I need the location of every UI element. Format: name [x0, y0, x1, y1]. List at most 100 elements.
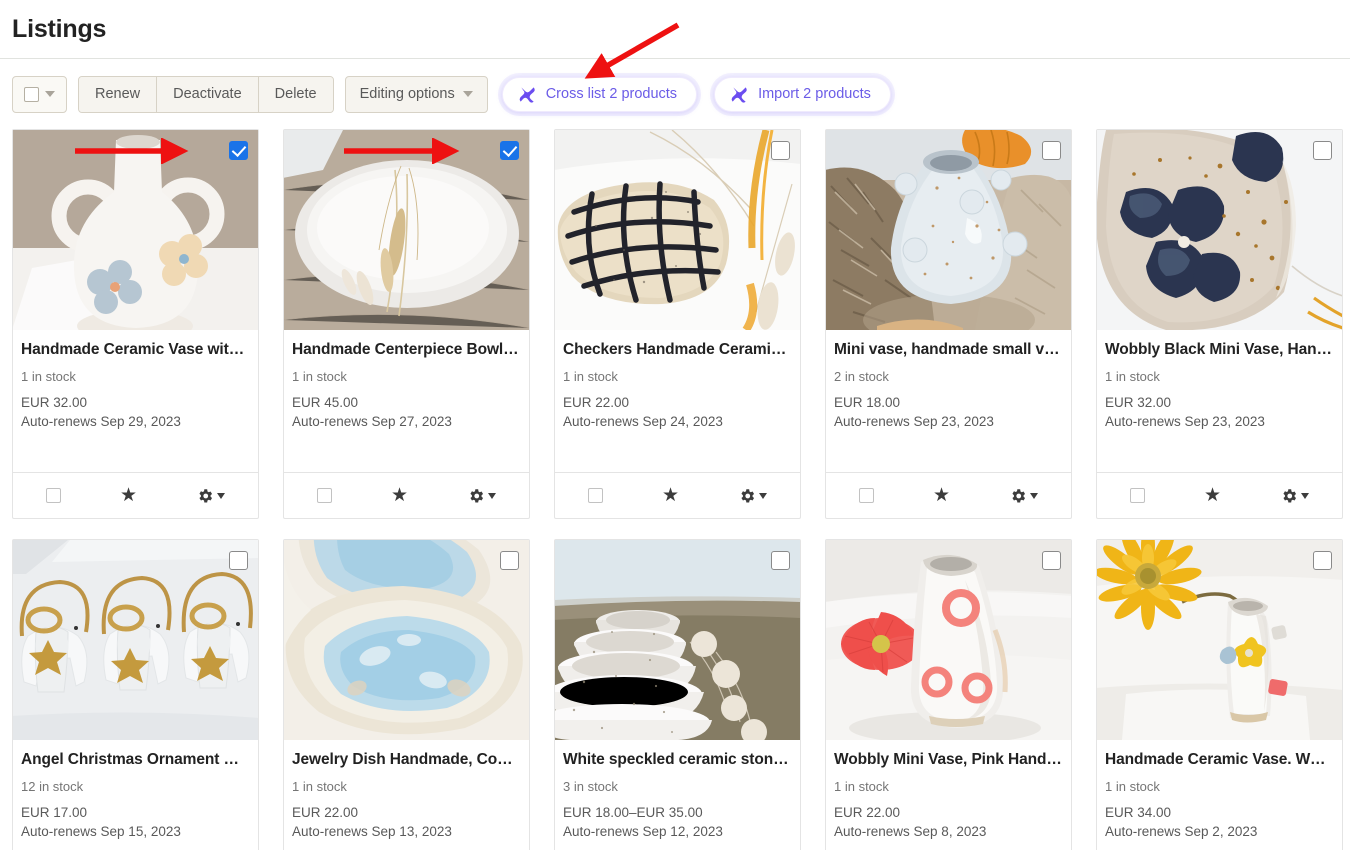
select-listing-checkbox[interactable] [588, 488, 604, 503]
listing-stock: 1 in stock [21, 369, 76, 384]
listing-select-checkbox[interactable] [1313, 141, 1332, 160]
cross-list-products-button[interactable]: Cross list 2 products [501, 76, 698, 112]
listing-details: Handmade Ceramic Vase with Ea... 1 in st… [13, 330, 258, 472]
listing-stock: 1 in stock [292, 369, 347, 384]
listing-options-menu[interactable] [1009, 487, 1038, 505]
listing-select-checkbox[interactable] [1313, 551, 1332, 570]
listing-title[interactable]: Angel Christmas Ornament with ... [21, 751, 250, 769]
listing-details: Jewelry Dish Handmade, Coastal ... 1 in … [284, 740, 529, 850]
product-image-centerpiece-bowl [284, 130, 529, 330]
star-icon[interactable]: ★ [662, 486, 679, 505]
listing-renewal: Auto-renews Sep 23, 2023 [834, 414, 994, 429]
deactivate-button[interactable]: Deactivate [157, 76, 259, 112]
listing-select-checkbox[interactable] [500, 141, 519, 160]
delete-button[interactable]: Delete [258, 76, 333, 112]
listing-card[interactable]: Checkers Handmade Ceramic So... 1 in sto… [554, 129, 801, 519]
listing-card[interactable]: White speckled ceramic stonewa... 3 in s… [554, 539, 801, 850]
select-listing-checkbox[interactable] [1130, 488, 1146, 503]
listing-details: Wobbly Black Mini Vase, Handpai... 1 in … [1097, 330, 1342, 472]
listing-select-checkbox[interactable] [1042, 141, 1061, 160]
select-all-checkbox[interactable] [24, 86, 39, 102]
star-icon[interactable]: ★ [933, 486, 950, 505]
page-title: Listings [12, 14, 107, 43]
listing-select-checkbox[interactable] [500, 551, 519, 570]
listing-title[interactable]: Wobbly Black Mini Vase, Handpai... [1105, 341, 1334, 359]
listing-card[interactable]: Wobbly Black Mini Vase, Handpai... 1 in … [1096, 129, 1343, 519]
listing-thumbnail[interactable] [555, 130, 800, 330]
product-image-wobbly-vase-pink [826, 540, 1071, 740]
listing-thumbnail[interactable] [13, 130, 258, 330]
listing-renewal: Auto-renews Sep 24, 2023 [563, 414, 723, 429]
listing-thumbnail[interactable] [826, 540, 1071, 740]
listing-select-checkbox[interactable] [771, 141, 790, 160]
listing-card[interactable]: Mini vase, handmade small vase ... 2 in … [825, 129, 1072, 519]
listing-thumbnail[interactable] [826, 130, 1071, 330]
cross-list-label: Cross list 2 products [545, 86, 678, 102]
listing-card[interactable]: Handmade Ceramic Vase with Ea... 1 in st… [12, 129, 259, 519]
listing-title[interactable]: Handmade Ceramic Vase with Ea... [21, 341, 250, 359]
listing-stock: 12 in stock [21, 779, 84, 794]
listing-title[interactable]: Wobbly Mini Vase, Pink Handmad... [834, 751, 1063, 769]
listing-title[interactable]: Handmade Ceramic Vase. Wobbl... [1105, 751, 1334, 769]
gear-icon [1283, 488, 1296, 502]
listing-title[interactable]: Jewelry Dish Handmade, Coastal ... [292, 751, 521, 769]
listing-price: EUR 32.00 [21, 395, 88, 410]
listing-card[interactable]: Angel Christmas Ornament with ... 12 in … [12, 539, 259, 850]
listing-stock: 1 in stock [834, 779, 889, 794]
listing-select-checkbox[interactable] [1042, 551, 1061, 570]
listing-card[interactable]: Handmade Ceramic Vase. Wobbl... 1 in sto… [1096, 539, 1343, 850]
listing-details: Checkers Handmade Ceramic So... 1 in sto… [555, 330, 800, 472]
editing-options-button[interactable]: Editing options [344, 75, 488, 113]
listing-title[interactable]: Handmade Centerpiece Bowl. Fa... [292, 341, 521, 359]
listing-card[interactable]: Handmade Centerpiece Bowl. Fa... 1 in st… [283, 129, 530, 519]
listing-thumbnail[interactable] [284, 130, 529, 330]
listing-stock: 2 in stock [834, 369, 889, 384]
listing-options-menu[interactable] [1280, 487, 1309, 505]
select-all-dropdown[interactable] [12, 75, 67, 113]
star-icon[interactable]: ★ [1204, 486, 1221, 505]
product-image-angel-ornaments [13, 540, 258, 740]
chevron-down-icon [1300, 492, 1309, 499]
product-image-jewelry-dish [284, 540, 529, 740]
listing-options-menu[interactable] [738, 487, 767, 505]
product-image-wobbly-black-vase [1097, 130, 1342, 330]
renew-button[interactable]: Renew [79, 76, 158, 112]
listing-select-checkbox[interactable] [229, 551, 248, 570]
listing-card[interactable]: Jewelry Dish Handmade, Coastal ... 1 in … [283, 539, 530, 850]
listing-stock: 1 in stock [292, 779, 347, 794]
listing-select-checkbox[interactable] [229, 141, 248, 160]
listing-card-footer: ★ [284, 472, 529, 518]
listing-title[interactable]: Mini vase, handmade small vase ... [834, 341, 1063, 359]
listing-select-checkbox[interactable] [771, 551, 790, 570]
select-listing-checkbox[interactable] [46, 488, 62, 503]
listing-card[interactable]: Wobbly Mini Vase, Pink Handmad... 1 in s… [825, 539, 1072, 850]
listing-renewal: Auto-renews Sep 23, 2023 [1105, 414, 1265, 429]
listing-card-footer: ★ [826, 472, 1071, 518]
listing-price: EUR 22.00 [563, 395, 630, 410]
listing-title[interactable]: White speckled ceramic stonewa... [563, 751, 792, 769]
listing-card-footer: ★ [1097, 472, 1342, 518]
star-icon[interactable]: ★ [120, 486, 137, 505]
import-products-button[interactable]: Import 2 products [714, 76, 891, 112]
listing-price: EUR 22.00 [292, 805, 359, 820]
listing-thumbnail[interactable] [1097, 130, 1342, 330]
select-listing-checkbox[interactable] [317, 488, 333, 503]
listing-thumbnail[interactable] [13, 540, 258, 740]
listing-renewal: Auto-renews Sep 27, 2023 [292, 414, 452, 429]
star-icon[interactable]: ★ [391, 486, 408, 505]
listing-options-menu[interactable] [196, 487, 225, 505]
listing-stock: 3 in stock [563, 779, 618, 794]
select-listing-checkbox[interactable] [859, 488, 875, 503]
listing-title[interactable]: Checkers Handmade Ceramic So... [563, 341, 792, 359]
listing-thumbnail[interactable] [284, 540, 529, 740]
listing-options-menu[interactable] [467, 487, 496, 505]
bulk-action-button-group: Renew Deactivate Delete [78, 75, 334, 113]
listing-price: EUR 32.00 [1105, 395, 1172, 410]
import-x-icon [731, 86, 747, 103]
listing-thumbnail[interactable] [1097, 540, 1342, 740]
gear-icon [470, 488, 483, 502]
gear-icon [199, 488, 212, 502]
listing-thumbnail[interactable] [555, 540, 800, 740]
listing-stock: 1 in stock [563, 369, 618, 384]
listing-renewal: Auto-renews Sep 12, 2023 [563, 824, 723, 839]
